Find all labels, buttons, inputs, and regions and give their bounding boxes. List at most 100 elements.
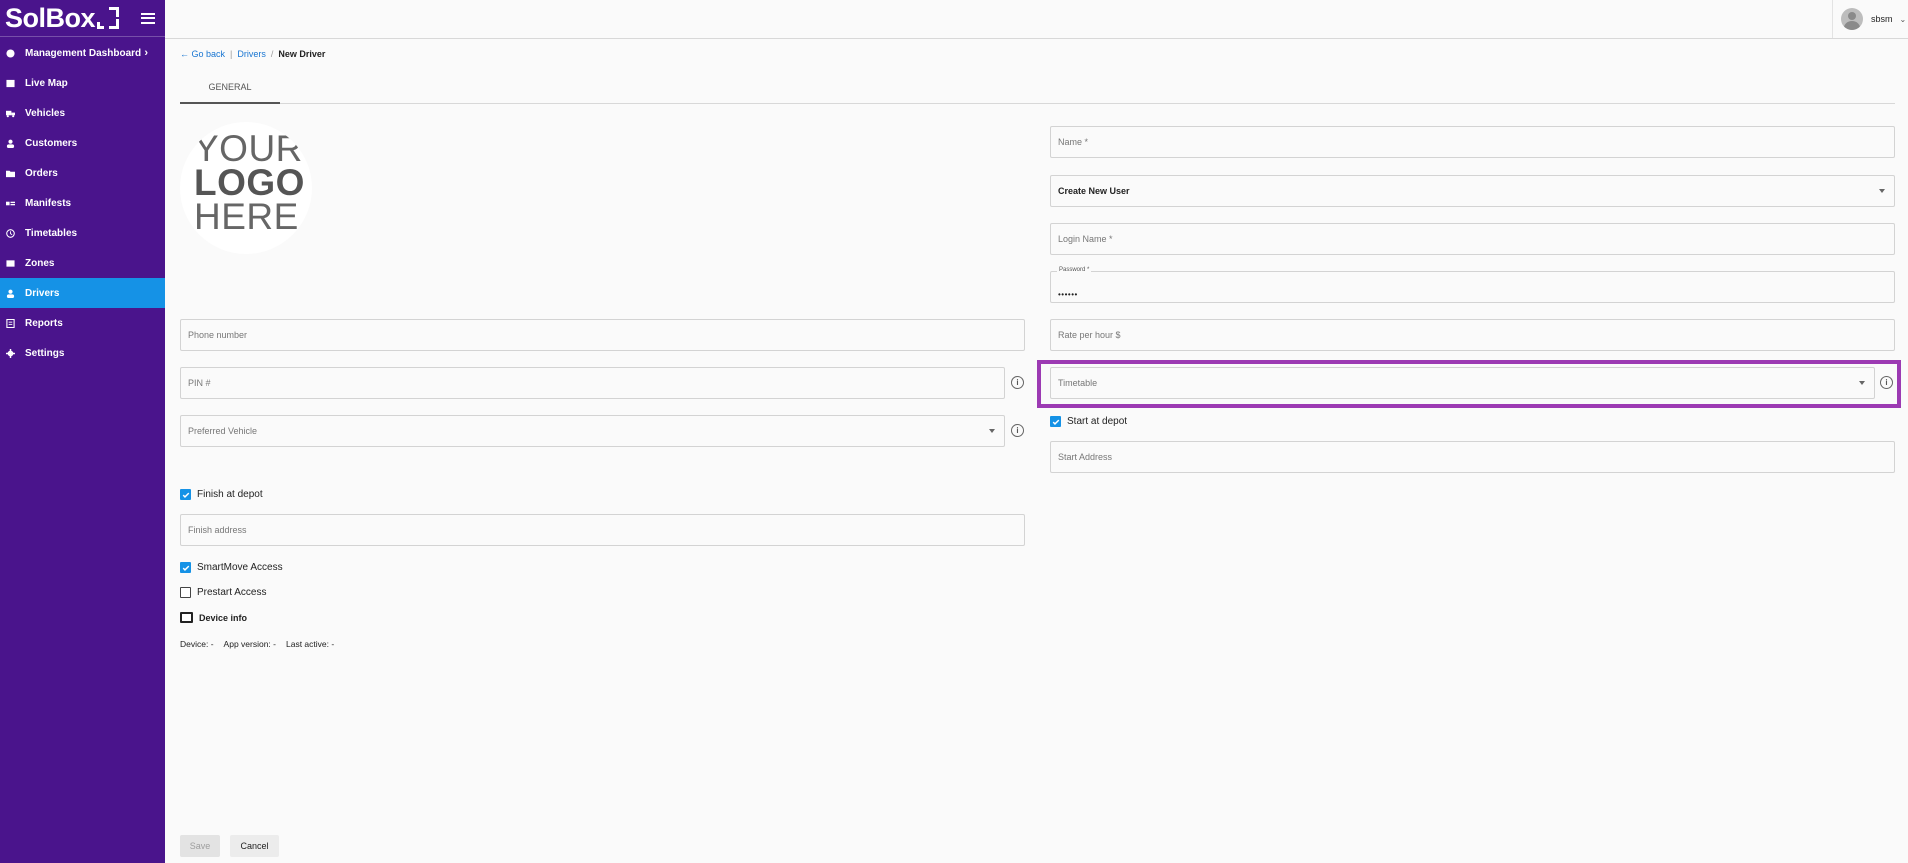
checkbox-checked-icon bbox=[1050, 416, 1061, 427]
pin-placeholder: PIN # bbox=[188, 378, 211, 388]
name-field[interactable]: Name * bbox=[1050, 126, 1895, 158]
folder-icon bbox=[6, 169, 15, 178]
password-field[interactable]: Password * •••••• bbox=[1050, 267, 1895, 303]
password-value: •••••• bbox=[1058, 290, 1078, 299]
sidebar-item-timetables[interactable]: Timetables bbox=[0, 218, 165, 248]
finish-address-field[interactable]: Finish address bbox=[180, 514, 1025, 546]
tab-general[interactable]: GENERAL bbox=[180, 76, 280, 104]
brand-name: SolBox bbox=[5, 2, 96, 33]
login-name-placeholder: Login Name * bbox=[1058, 234, 1113, 244]
brand-logo[interactable]: SolBox bbox=[5, 2, 120, 34]
chevron-right-icon: › bbox=[144, 47, 148, 59]
sidebar-item-reports[interactable]: Reports bbox=[0, 308, 165, 338]
sidebar-item-label: Settings bbox=[25, 347, 65, 359]
manifest-icon bbox=[6, 199, 15, 208]
breadcrumb-drivers-link[interactable]: Drivers bbox=[237, 49, 266, 59]
device-info-toggle[interactable]: Device info bbox=[180, 612, 247, 623]
username: sbsm bbox=[1871, 14, 1893, 24]
sidebar-item-label: Drivers bbox=[25, 287, 60, 299]
gear-icon bbox=[6, 348, 15, 358]
device-value: Device: - bbox=[180, 639, 214, 649]
sidebar-item-label: Live Map bbox=[25, 77, 68, 89]
breadcrumb-separator: | bbox=[230, 49, 233, 59]
device-info-label: Device info bbox=[199, 612, 248, 623]
sidebar-item-settings[interactable]: Settings bbox=[0, 338, 165, 368]
dropdown-arrow-icon bbox=[1879, 189, 1885, 193]
sidebar-item-label: Orders bbox=[25, 167, 58, 179]
dropdown-arrow-icon bbox=[1859, 381, 1865, 385]
login-name-field[interactable]: Login Name * bbox=[1050, 223, 1895, 255]
sidebar-item-label: Customers bbox=[25, 137, 78, 149]
start-at-depot-checkbox[interactable]: Start at depot bbox=[1050, 416, 1127, 427]
rate-placeholder: Rate per hour $ bbox=[1058, 330, 1121, 340]
info-icon[interactable]: i bbox=[1011, 424, 1024, 437]
info-icon[interactable]: i bbox=[1880, 376, 1893, 389]
info-icon[interactable]: i bbox=[1011, 376, 1024, 389]
preferred-vehicle-select[interactable]: Preferred Vehicle bbox=[180, 415, 1005, 447]
checkbox-checked-icon bbox=[180, 562, 191, 573]
go-back-link[interactable]: ← Go back bbox=[180, 49, 225, 59]
sidebar-item-vehicles[interactable]: Vehicles bbox=[0, 98, 165, 128]
go-back-label: Go back bbox=[191, 49, 226, 59]
zone-icon bbox=[6, 259, 15, 268]
finish-at-depot-label: Finish at depot bbox=[197, 489, 263, 500]
topbar: sbsm ⌄ bbox=[165, 0, 1908, 39]
sidebar-item-label: Management Dashboard bbox=[25, 47, 142, 59]
user-menu[interactable]: sbsm ⌄ bbox=[1832, 0, 1908, 38]
prestart-access-label: Prestart Access bbox=[197, 587, 267, 598]
chevron-down-icon: ⌄ bbox=[1899, 14, 1907, 24]
sidebar-item-zones[interactable]: Zones bbox=[0, 248, 165, 278]
save-button[interactable]: Save bbox=[180, 835, 220, 857]
sidebar-item-live-map[interactable]: Live Map bbox=[0, 68, 165, 98]
finish-at-depot-checkbox[interactable]: Finish at depot bbox=[180, 489, 263, 500]
brand-mark-icon bbox=[97, 7, 120, 29]
smartmove-access-checkbox[interactable]: SmartMove Access bbox=[180, 562, 283, 573]
prestart-access-checkbox[interactable]: Prestart Access bbox=[180, 587, 266, 598]
password-label: Password * bbox=[1057, 267, 1092, 273]
logo-line: LOGO bbox=[194, 162, 305, 203]
avatar bbox=[1841, 8, 1863, 30]
sidebar-item-label: Zones bbox=[25, 257, 55, 269]
sidebar-item-drivers[interactable]: Drivers bbox=[0, 278, 165, 308]
dropdown-arrow-icon bbox=[989, 429, 995, 433]
timetable-placeholder: Timetable bbox=[1058, 378, 1098, 388]
timetable-select[interactable]: Timetable bbox=[1050, 367, 1875, 399]
page-title: New Driver bbox=[278, 49, 326, 59]
sidebar-item-management-dashboard[interactable]: Management Dashboard › bbox=[0, 38, 165, 68]
start-address-placeholder: Start Address bbox=[1058, 452, 1113, 462]
brand-header: SolBox bbox=[0, 0, 165, 37]
phone-placeholder: Phone number bbox=[188, 330, 248, 340]
user-select[interactable]: Create New User bbox=[1050, 175, 1895, 207]
breadcrumb: ← Go back | Drivers / New Driver bbox=[180, 49, 325, 59]
finish-address-placeholder: Finish address bbox=[188, 525, 247, 535]
driver-photo-upload[interactable]: YOUR LOGO HERE bbox=[180, 122, 312, 254]
pin-field[interactable]: PIN # bbox=[180, 367, 1005, 399]
driver-icon bbox=[6, 289, 15, 298]
report-icon bbox=[6, 318, 15, 328]
sidebar-item-customers[interactable]: Customers bbox=[0, 128, 165, 158]
person-icon bbox=[6, 139, 15, 148]
user-select-value: Create New User bbox=[1058, 186, 1130, 196]
rate-per-hour-field[interactable]: Rate per hour $ bbox=[1050, 319, 1895, 351]
truck-icon bbox=[6, 109, 15, 118]
sidebar-item-label: Reports bbox=[25, 317, 63, 329]
smartmove-access-label: SmartMove Access bbox=[197, 562, 283, 573]
clock-icon bbox=[6, 228, 15, 238]
phone-number-field[interactable]: Phone number bbox=[180, 319, 1025, 351]
tab-bar: GENERAL bbox=[180, 76, 1895, 104]
cancel-button[interactable]: Cancel bbox=[230, 835, 279, 857]
menu-toggle-icon[interactable] bbox=[141, 12, 155, 24]
checkbox-unchecked-icon bbox=[180, 587, 191, 598]
last-active-value: Last active: - bbox=[286, 639, 335, 649]
sidebar-item-orders[interactable]: Orders bbox=[0, 158, 165, 188]
arrow-left-icon: ← bbox=[180, 49, 189, 59]
dashboard-icon bbox=[6, 48, 15, 58]
checkbox-unchecked-icon bbox=[180, 612, 193, 623]
sidebar-item-label: Timetables bbox=[25, 227, 78, 239]
device-info-line: Device: - App version: - Last active: - bbox=[180, 639, 344, 649]
sidebar: SolBox Management Dashboard › Live Map V… bbox=[0, 0, 165, 863]
start-address-field[interactable]: Start Address bbox=[1050, 441, 1895, 473]
preferred-vehicle-placeholder: Preferred Vehicle bbox=[188, 426, 258, 436]
sidebar-nav: Management Dashboard › Live Map Vehicles… bbox=[0, 38, 165, 368]
sidebar-item-manifests[interactable]: Manifests bbox=[0, 188, 165, 218]
